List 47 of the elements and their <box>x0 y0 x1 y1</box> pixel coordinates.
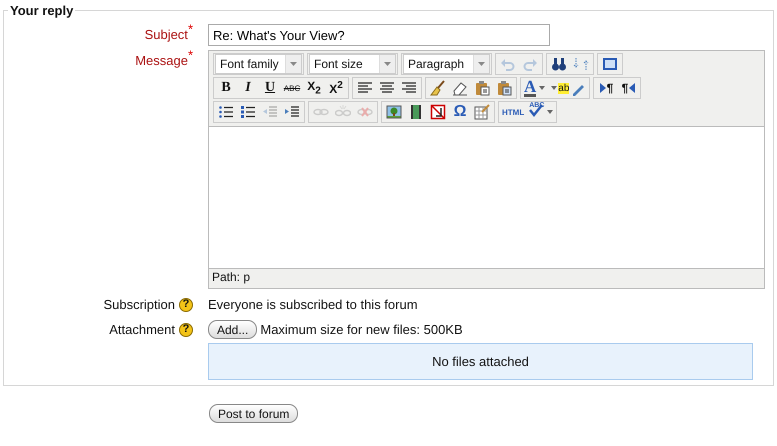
field-label: Subscription <box>103 297 175 312</box>
window-icon <box>602 56 618 72</box>
subscription-text: Everyone is subscribed to this forum <box>208 297 418 312</box>
dropdown[interactable]: Font size <box>309 54 396 74</box>
bold-button[interactable]: B <box>215 79 237 97</box>
field-label: Attachment <box>109 322 175 337</box>
post-button[interactable]: Post to forum <box>209 404 298 423</box>
numbered-list-icon <box>240 104 256 120</box>
text-color-button[interactable]: A <box>522 79 548 97</box>
dropdown[interactable]: Paragraph <box>403 54 490 74</box>
clipboard-icon <box>474 80 490 96</box>
binoculars-icon <box>551 56 567 72</box>
help-icon[interactable]: ? <box>179 322 193 336</box>
add-button[interactable]: Add... <box>208 320 258 339</box>
triangle-icon <box>629 83 636 93</box>
redo-icon <box>522 56 538 72</box>
highlight-color-button[interactable]: ab <box>547 79 588 97</box>
element-path: Path: p <box>212 270 250 284</box>
section-title: Your reply <box>9 3 74 18</box>
right-to-left-button[interactable]: ¶ <box>617 79 640 97</box>
superscript-button[interactable]: X$^{2}$ <box>325 79 347 97</box>
triangle-icon <box>600 83 606 93</box>
clipboard-icon <box>496 80 512 96</box>
help-icon[interactable]: ? <box>179 298 193 312</box>
html-source-button[interactable]: HTML <box>500 103 526 121</box>
special-character-button[interactable]: Ω <box>449 103 471 121</box>
caret-icon <box>290 62 297 66</box>
strikethrough-button[interactable]: ABC <box>281 79 303 97</box>
underline-button[interactable]: U <box>259 79 281 97</box>
picture-icon <box>386 104 402 120</box>
eraser-icon <box>452 80 468 96</box>
film-icon <box>408 104 424 120</box>
table-icon <box>474 104 490 120</box>
subject-field[interactable]: Re: What's Your View? <box>208 24 550 46</box>
caret-icon <box>384 62 391 66</box>
no-files-text: No files attached <box>432 354 529 369</box>
left-to-right-button[interactable]: ¶ <box>595 79 618 97</box>
italic-button[interactable]: I <box>237 79 259 97</box>
max-size-text: Maximum size for new files: 500KB <box>260 322 463 337</box>
dropdown[interactable]: Font family <box>215 54 302 74</box>
caret-icon <box>547 110 554 114</box>
caret-icon <box>478 62 485 66</box>
broom-icon <box>430 80 446 96</box>
crossed-box-icon <box>430 104 446 120</box>
replace-icon <box>573 56 589 72</box>
subscript-button[interactable]: X$_{2}$ <box>303 79 325 97</box>
bullet-list-icon <box>218 104 234 120</box>
